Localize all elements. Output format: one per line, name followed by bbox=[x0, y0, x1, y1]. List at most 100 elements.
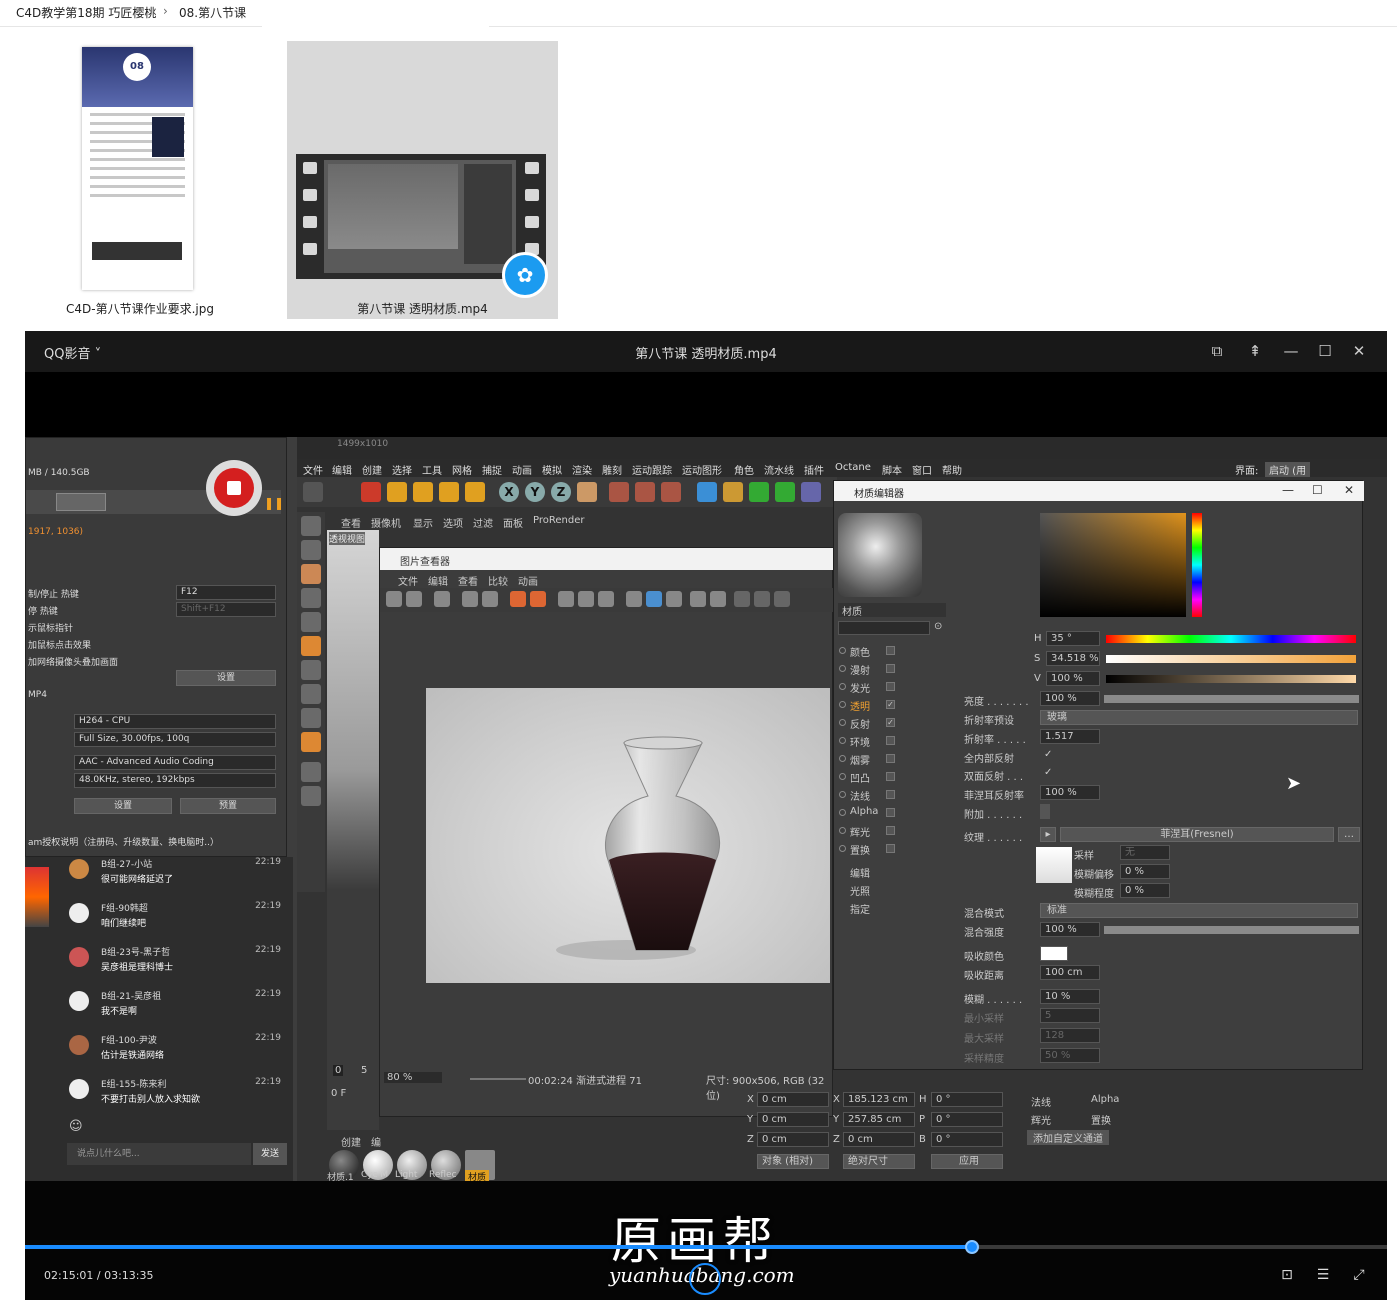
texture-shader-button[interactable]: 菲涅耳(Fresnel) bbox=[1060, 827, 1334, 842]
menu-item[interactable]: 网格 bbox=[452, 462, 472, 477]
hue-slider[interactable] bbox=[1106, 635, 1356, 643]
move-icon[interactable] bbox=[387, 482, 407, 502]
value-field[interactable]: 100 % bbox=[1046, 671, 1100, 686]
file-tile-mp4[interactable]: ✿ 第八节课 透明材质.mp4 bbox=[287, 41, 558, 319]
channel-normal[interactable]: 法线 bbox=[838, 787, 948, 803]
menu-item[interactable]: 文件 bbox=[398, 573, 418, 588]
absorption-color-swatch[interactable] bbox=[1040, 946, 1068, 961]
view-icon[interactable] bbox=[626, 591, 642, 607]
settings-icon[interactable]: ☰ bbox=[1313, 1265, 1333, 1285]
codec-settings-button[interactable]: 设置 bbox=[74, 798, 172, 814]
pen-icon[interactable] bbox=[723, 482, 743, 502]
tir-checkbox[interactable]: ✓ bbox=[1040, 748, 1056, 763]
fit-icon[interactable] bbox=[646, 591, 662, 607]
brightness-slider[interactable] bbox=[1104, 695, 1359, 703]
blur-offset-field[interactable]: 0 % bbox=[1120, 864, 1170, 879]
undo-icon[interactable] bbox=[303, 482, 323, 502]
render-icon[interactable] bbox=[635, 482, 655, 502]
accuracy-field[interactable]: 50 % bbox=[1040, 1048, 1100, 1063]
menu-item[interactable]: 角色 bbox=[734, 462, 754, 477]
brightness-field[interactable]: 100 % bbox=[1040, 691, 1100, 706]
hue-field[interactable]: 35 ° bbox=[1046, 631, 1100, 646]
absorption-distance-field[interactable]: 100 cm bbox=[1040, 965, 1100, 980]
material-name-field[interactable] bbox=[838, 621, 930, 635]
settings-button[interactable]: 设置 bbox=[176, 670, 276, 686]
fullscreen-icon[interactable]: ⤢ bbox=[1349, 1265, 1369, 1285]
cube-icon[interactable] bbox=[697, 482, 717, 502]
hue-strip[interactable] bbox=[1192, 513, 1202, 617]
blend-strength-field[interactable]: 100 % bbox=[1040, 922, 1100, 937]
channel-reflectance[interactable]: 反射 ✓ bbox=[838, 715, 948, 731]
menu-item[interactable]: 动画 bbox=[512, 462, 532, 477]
saturation-field[interactable]: 34.518 % bbox=[1046, 651, 1100, 666]
layer-item[interactable]: 置换 bbox=[1091, 1112, 1111, 1127]
menu-item[interactable]: 雕刻 bbox=[602, 462, 622, 477]
menu-item[interactable]: 流水线 bbox=[764, 462, 794, 477]
open-icon[interactable] bbox=[386, 591, 402, 607]
viewport-menu-item[interactable]: 查看 bbox=[341, 515, 361, 530]
menu-item[interactable]: 动画 bbox=[518, 573, 538, 588]
menu-item[interactable]: 渲染 bbox=[572, 462, 592, 477]
minimize-icon[interactable]: — bbox=[1280, 340, 1302, 362]
close-icon[interactable]: ✕ bbox=[1348, 340, 1370, 362]
fresnel-field[interactable]: 100 % bbox=[1040, 785, 1100, 800]
channel-bump[interactable]: 凹凸 bbox=[838, 769, 948, 785]
viewport-menu-item[interactable]: 显示 bbox=[413, 515, 433, 530]
saturation-slider[interactable] bbox=[1106, 655, 1356, 663]
blur-scale-field[interactable]: 0 % bbox=[1120, 883, 1170, 898]
menu-item[interactable]: 编辑 bbox=[428, 573, 448, 588]
add-icon[interactable] bbox=[465, 482, 485, 502]
video-frame[interactable]: MB / 140.5GB ❚❚ 1917, 1036) 制/停止 热键 F12 … bbox=[25, 437, 1387, 1181]
viewport-menu-item[interactable]: 选项 bbox=[443, 515, 463, 530]
compare-icon[interactable] bbox=[558, 591, 574, 607]
channel-glow[interactable]: 辉光 bbox=[838, 823, 948, 839]
menu-item[interactable]: 帮助 bbox=[942, 462, 962, 477]
deformer-icon[interactable] bbox=[801, 482, 821, 502]
channel-luminance[interactable]: 发光 bbox=[838, 679, 948, 695]
maximize-icon[interactable]: ☐ bbox=[1314, 340, 1336, 362]
menu-item[interactable]: Octane bbox=[835, 462, 871, 473]
ior-field[interactable]: 1.517 bbox=[1040, 729, 1100, 744]
info-icon[interactable] bbox=[754, 591, 770, 607]
file-tile-jpg[interactable]: 08 C4D-第八节课作业要求.jpg bbox=[40, 40, 240, 320]
pause-hotkey-field[interactable]: Shift+F12 bbox=[176, 602, 276, 617]
viewport-menu-item[interactable]: 摄像机 bbox=[371, 515, 401, 530]
snapshot-icon[interactable] bbox=[598, 591, 614, 607]
channel-color[interactable]: 颜色 bbox=[838, 643, 948, 659]
top-icon[interactable]: ⇞ bbox=[1244, 340, 1266, 362]
render-region-icon[interactable] bbox=[510, 591, 526, 607]
close-icon[interactable]: ✕ bbox=[1344, 483, 1354, 497]
pos-z-field[interactable]: 0 cm bbox=[757, 1132, 829, 1147]
tab-editor[interactable]: 编辑 bbox=[850, 865, 870, 880]
blur-field[interactable]: 10 % bbox=[1040, 989, 1100, 1004]
grid-icon[interactable] bbox=[666, 591, 682, 607]
play-pause-button[interactable] bbox=[689, 1263, 721, 1295]
channel-alpha[interactable]: Alpha bbox=[838, 805, 948, 821]
picker-icon[interactable]: ⊙ bbox=[934, 621, 942, 632]
tab-create[interactable]: 创建 bbox=[341, 1134, 361, 1149]
history-icon[interactable] bbox=[734, 591, 750, 607]
viewport-menu-item[interactable]: 面板 bbox=[503, 515, 523, 530]
select-icon[interactable] bbox=[361, 482, 381, 502]
color-picker-square[interactable] bbox=[1040, 513, 1186, 617]
progress-knob[interactable] bbox=[964, 1240, 979, 1254]
render-view-icon[interactable] bbox=[609, 482, 629, 502]
minimize-icon[interactable]: — bbox=[1282, 483, 1294, 497]
coord-icon[interactable] bbox=[577, 482, 597, 502]
rot-b-field[interactable]: 0 ° bbox=[931, 1132, 1003, 1147]
rot-h-field[interactable]: 0 ° bbox=[931, 1092, 1003, 1107]
send-button[interactable]: 发送 bbox=[253, 1143, 287, 1165]
scale-icon[interactable] bbox=[413, 482, 433, 502]
blend-mode-dropdown[interactable]: 标准 bbox=[1040, 903, 1358, 918]
cloner-icon[interactable] bbox=[775, 482, 795, 502]
zoom-level[interactable]: 80 % bbox=[384, 1072, 442, 1083]
breadcrumb-root[interactable]: C4D教学第18期 巧匠樱桃 bbox=[16, 4, 156, 21]
size-y-field[interactable]: 257.85 cm bbox=[843, 1112, 915, 1127]
render-stop-icon[interactable] bbox=[530, 591, 546, 607]
exit-reflections-checkbox[interactable]: ✓ bbox=[1040, 766, 1056, 781]
menu-item[interactable]: 选择 bbox=[392, 462, 412, 477]
rotate-icon[interactable] bbox=[439, 482, 459, 502]
layer-item[interactable]: 辉光 bbox=[1031, 1112, 1051, 1127]
texture-more-button[interactable]: … bbox=[1338, 827, 1360, 842]
menu-item[interactable]: 捕捉 bbox=[482, 462, 502, 477]
